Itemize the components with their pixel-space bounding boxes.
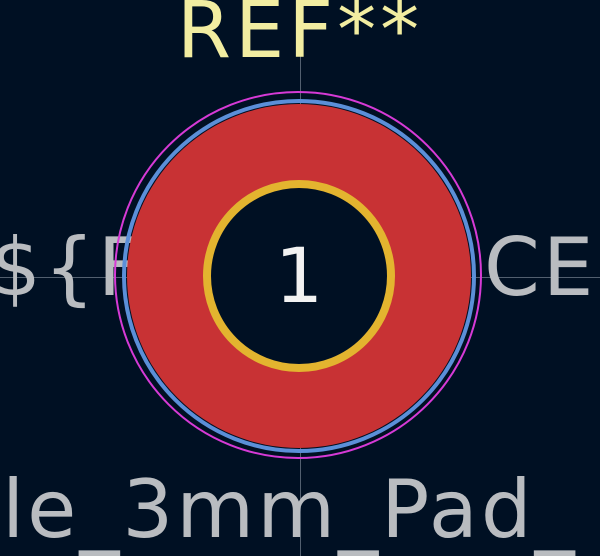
- footprint-name-text[interactable]: ole_3mm_Pad_: [0, 470, 578, 550]
- value-text-right-fragment[interactable]: CE}: [484, 228, 600, 308]
- footprint-canvas[interactable]: REF** ${F CE} 1 ole_3mm_Pad_: [0, 0, 600, 556]
- pad-number-label: 1: [274, 231, 324, 320]
- reference-designator-text[interactable]: REF**: [0, 0, 600, 70]
